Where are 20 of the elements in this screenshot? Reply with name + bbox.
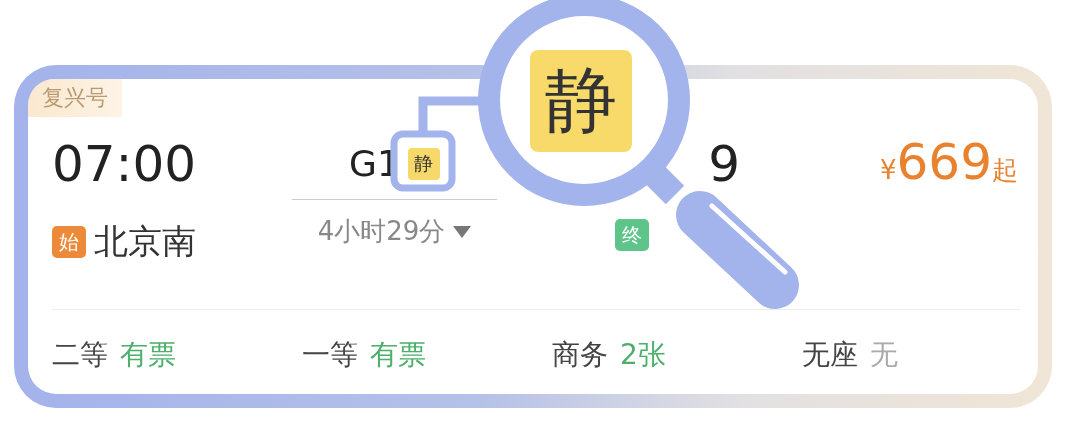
seat-availability: 有票 bbox=[120, 337, 176, 373]
train-type-tag: 复兴号 bbox=[28, 79, 122, 117]
seat-availability: 2张 bbox=[620, 337, 666, 373]
seat-class: 无座 bbox=[802, 337, 858, 373]
seat-class: 商务 bbox=[552, 337, 608, 373]
caret-icon[interactable] bbox=[453, 225, 472, 238]
departure-time: 07:00 bbox=[52, 139, 198, 189]
seat-class: 一等 bbox=[302, 337, 358, 373]
train-number: G1 bbox=[349, 142, 400, 186]
seat-availability: 无 bbox=[870, 337, 898, 373]
magnified-quiet-tag: 静 bbox=[530, 50, 632, 152]
seat-class: 二等 bbox=[52, 337, 108, 373]
quiet-tag: 静 bbox=[407, 148, 440, 180]
departure-station: 北京南 bbox=[94, 220, 196, 263]
start-badge: 始 bbox=[52, 226, 86, 258]
arrival-time: 9 bbox=[708, 139, 740, 189]
duration[interactable]: 4小时29分 bbox=[317, 214, 446, 249]
price: ¥669起 bbox=[880, 133, 1018, 193]
seat-availability: 有票 bbox=[370, 337, 426, 373]
end-badge: 终 bbox=[615, 219, 649, 251]
